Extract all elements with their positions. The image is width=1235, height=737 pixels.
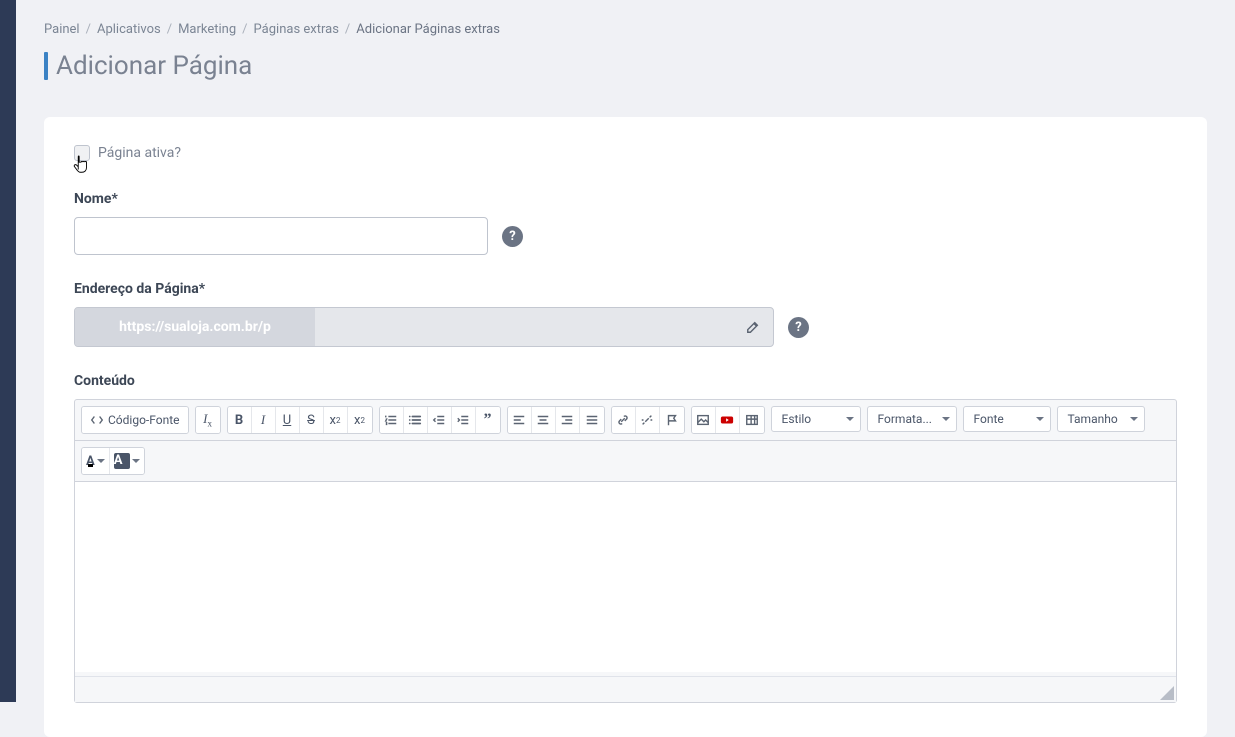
align-justify-icon xyxy=(585,413,599,427)
breadcrumb-sep: / xyxy=(167,22,172,37)
ordered-list-button[interactable] xyxy=(380,407,404,433)
url-prefix: https://sualoja.com.br/p xyxy=(75,308,315,346)
breadcrumb-link[interactable]: Aplicativos xyxy=(97,22,161,37)
sidebar-stub xyxy=(0,0,16,702)
breadcrumb-current: Adicionar Páginas extras xyxy=(356,22,500,37)
anchor-button[interactable] xyxy=(660,407,684,433)
align-center-icon xyxy=(536,413,550,427)
code-icon xyxy=(90,413,104,427)
link-icon xyxy=(616,413,630,427)
help-icon[interactable]: ? xyxy=(788,317,809,338)
underline-button[interactable]: U xyxy=(276,407,300,433)
table-button[interactable] xyxy=(740,407,764,433)
font-select[interactable]: Fonte xyxy=(963,406,1051,432)
list-ul-icon xyxy=(408,413,422,427)
editor-footer xyxy=(75,676,1176,702)
indent-button[interactable] xyxy=(452,407,476,433)
align-left-button[interactable] xyxy=(508,407,532,433)
list-ol-icon xyxy=(384,413,398,427)
format-select[interactable]: Formata... xyxy=(867,406,957,432)
help-icon[interactable]: ? xyxy=(502,226,523,247)
caret-icon xyxy=(97,459,105,463)
breadcrumb-link[interactable]: Painel xyxy=(44,22,80,37)
form-card: Página ativa? Nome* ? Endereço da Página… xyxy=(44,117,1207,737)
breadcrumb-sep: / xyxy=(86,22,91,37)
text-color-button[interactable]: A xyxy=(82,448,110,474)
title-accent xyxy=(44,52,48,80)
url-edit-button[interactable] xyxy=(733,308,773,346)
active-label: Página ativa? xyxy=(98,145,181,161)
align-left-icon xyxy=(512,413,526,427)
url-input xyxy=(315,308,733,346)
unordered-list-button[interactable] xyxy=(404,407,428,433)
size-select[interactable]: Tamanho xyxy=(1057,406,1145,432)
video-button[interactable] xyxy=(716,407,740,433)
flag-icon xyxy=(665,413,679,427)
page-title: Adicionar Página xyxy=(56,51,252,81)
table-icon xyxy=(745,413,759,427)
image-icon xyxy=(696,413,710,427)
name-input[interactable] xyxy=(74,217,488,255)
rich-text-editor: Código-Fonte Ix B I U S x2 x2 xyxy=(74,399,1177,703)
breadcrumb: Painel / Aplicativos / Marketing / Págin… xyxy=(44,0,1207,51)
editor-toolbar: Código-Fonte Ix B I U S x2 x2 xyxy=(75,400,1176,441)
name-label: Nome* xyxy=(74,191,1177,207)
align-justify-button[interactable] xyxy=(580,407,604,433)
caret-icon xyxy=(132,459,140,463)
youtube-icon xyxy=(720,413,734,427)
bold-button[interactable]: B xyxy=(228,407,252,433)
resize-grip[interactable] xyxy=(1160,686,1174,700)
active-checkbox[interactable] xyxy=(74,145,90,161)
indent-icon xyxy=(456,413,470,427)
breadcrumb-sep: / xyxy=(242,22,247,37)
link-button[interactable] xyxy=(612,407,636,433)
align-right-button[interactable] xyxy=(556,407,580,433)
caret-icon xyxy=(942,417,950,421)
outdent-icon xyxy=(432,413,446,427)
caret-icon xyxy=(1036,417,1044,421)
clear-format-button[interactable]: Ix xyxy=(196,407,220,433)
align-right-icon xyxy=(560,413,574,427)
bg-color-button[interactable]: A xyxy=(110,448,144,474)
content-label: Conteúdo xyxy=(74,373,1177,389)
pencil-icon xyxy=(746,320,760,334)
url-group: https://sualoja.com.br/p xyxy=(74,307,774,347)
blockquote-button[interactable]: ” xyxy=(476,407,500,433)
unlink-icon xyxy=(640,413,654,427)
unlink-button[interactable] xyxy=(636,407,660,433)
breadcrumb-sep: / xyxy=(345,22,350,37)
breadcrumb-link[interactable]: Marketing xyxy=(178,22,236,37)
align-center-button[interactable] xyxy=(532,407,556,433)
url-label: Endereço da Página* xyxy=(74,281,1177,297)
breadcrumb-link[interactable]: Páginas extras xyxy=(254,22,339,37)
content-editor[interactable] xyxy=(75,482,1176,672)
editor-toolbar-row2: A A xyxy=(75,441,1176,482)
caret-icon xyxy=(846,417,854,421)
caret-icon xyxy=(1130,417,1138,421)
image-button[interactable] xyxy=(692,407,716,433)
outdent-button[interactable] xyxy=(428,407,452,433)
italic-button[interactable]: I xyxy=(252,407,276,433)
superscript-button[interactable]: x2 xyxy=(348,407,372,433)
style-select[interactable]: Estilo xyxy=(771,406,861,432)
subscript-button[interactable]: x2 xyxy=(324,407,348,433)
source-button[interactable]: Código-Fonte xyxy=(82,407,188,433)
strike-button[interactable]: S xyxy=(300,407,324,433)
